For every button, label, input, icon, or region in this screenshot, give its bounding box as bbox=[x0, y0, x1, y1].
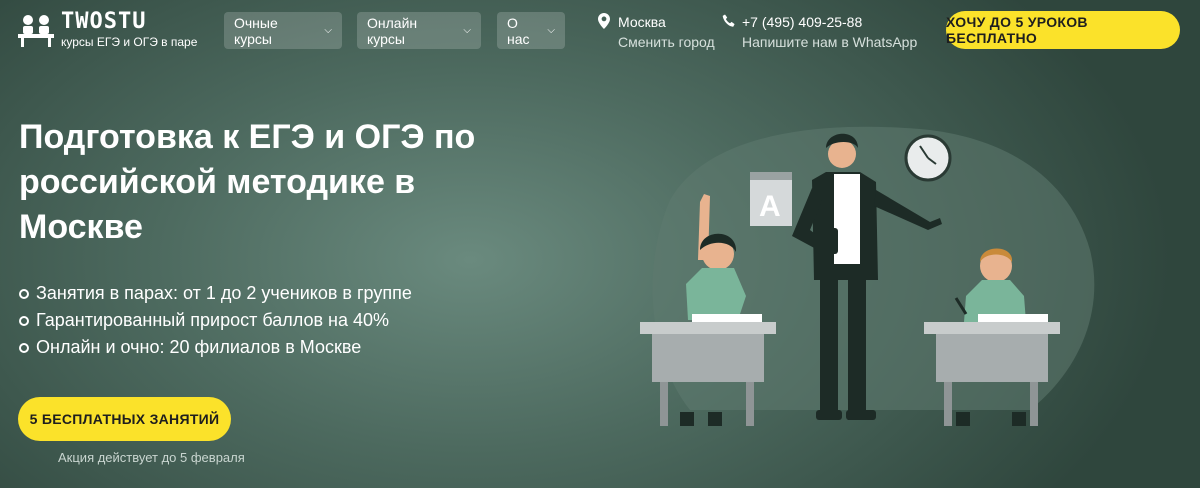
free-lessons-hero-button[interactable]: 5 БЕСПЛАТНЫХ ЗАНЯТИЙ bbox=[18, 397, 231, 441]
bullet-icon bbox=[19, 315, 29, 326]
feature-text: Онлайн и очно: 20 филиалов в Москве bbox=[36, 337, 362, 357]
nav-label: О нас bbox=[507, 14, 530, 47]
feature-item: Онлайн и очно: 20 филиалов в Москве bbox=[19, 334, 412, 361]
nav-onlayn-kursy[interactable]: Онлайн курсы ⌵ bbox=[357, 12, 481, 49]
clock-icon bbox=[904, 134, 952, 182]
feature-item: Гарантированный прирост баллов на 40% bbox=[19, 307, 412, 334]
svg-text:A: A bbox=[759, 190, 781, 223]
nav-label: Очные курсы bbox=[234, 14, 278, 47]
feature-item: Занятия в парах: от 1 до 2 учеников в гр… bbox=[19, 280, 412, 307]
whatsapp-link[interactable]: Напишите нам в WhatsApp bbox=[742, 32, 917, 52]
phone-icon bbox=[722, 13, 736, 33]
logo-title: TWOSTU bbox=[61, 9, 147, 34]
logo-icon bbox=[17, 12, 55, 48]
bullet-icon bbox=[19, 288, 29, 299]
nav-o-nas[interactable]: О нас ⌵ bbox=[497, 12, 565, 49]
chevron-down-icon: ⌵ bbox=[324, 25, 332, 36]
hero-title: Подготовка к ЕГЭ и ОГЭ по российской мет… bbox=[19, 118, 476, 246]
classroom-illustration: A bbox=[630, 110, 1110, 440]
nav-label: Онлайн курсы bbox=[367, 14, 418, 47]
nav-ochnye-kursy[interactable]: Очные курсы ⌵ bbox=[224, 12, 342, 49]
city-name: Москва bbox=[618, 14, 666, 30]
phone-number[interactable]: +7 (495) 409-25-88 bbox=[742, 12, 917, 32]
location-block: Москва Сменить город bbox=[598, 12, 715, 52]
location-pin-icon bbox=[598, 13, 610, 34]
change-city-link[interactable]: Сменить город bbox=[618, 32, 715, 52]
free-lessons-header-button[interactable]: ХОЧУ ДО 5 УРОКОВ БЕСПЛАТНО bbox=[946, 11, 1180, 49]
promo-note: Акция действует до 5 февраля bbox=[58, 450, 245, 465]
chevron-down-icon: ⌵ bbox=[463, 25, 471, 36]
feature-text: Гарантированный прирост баллов на 40% bbox=[36, 310, 390, 330]
chevron-down-icon: ⌵ bbox=[547, 25, 555, 36]
phone-block: +7 (495) 409-25-88 Напишите нам в WhatsA… bbox=[722, 12, 917, 52]
logo[interactable]: TWOSTU курсы ЕГЭ и ОГЭ в паре bbox=[17, 11, 197, 48]
feature-list: Занятия в парах: от 1 до 2 учеников в гр… bbox=[19, 280, 412, 361]
logo-subtitle: курсы ЕГЭ и ОГЭ в паре bbox=[61, 35, 198, 49]
bullet-icon bbox=[19, 342, 29, 353]
header: TWOSTU курсы ЕГЭ и ОГЭ в паре Очные курс… bbox=[0, 0, 1200, 60]
feature-text: Занятия в парах: от 1 до 2 учеников в гр… bbox=[36, 283, 412, 303]
